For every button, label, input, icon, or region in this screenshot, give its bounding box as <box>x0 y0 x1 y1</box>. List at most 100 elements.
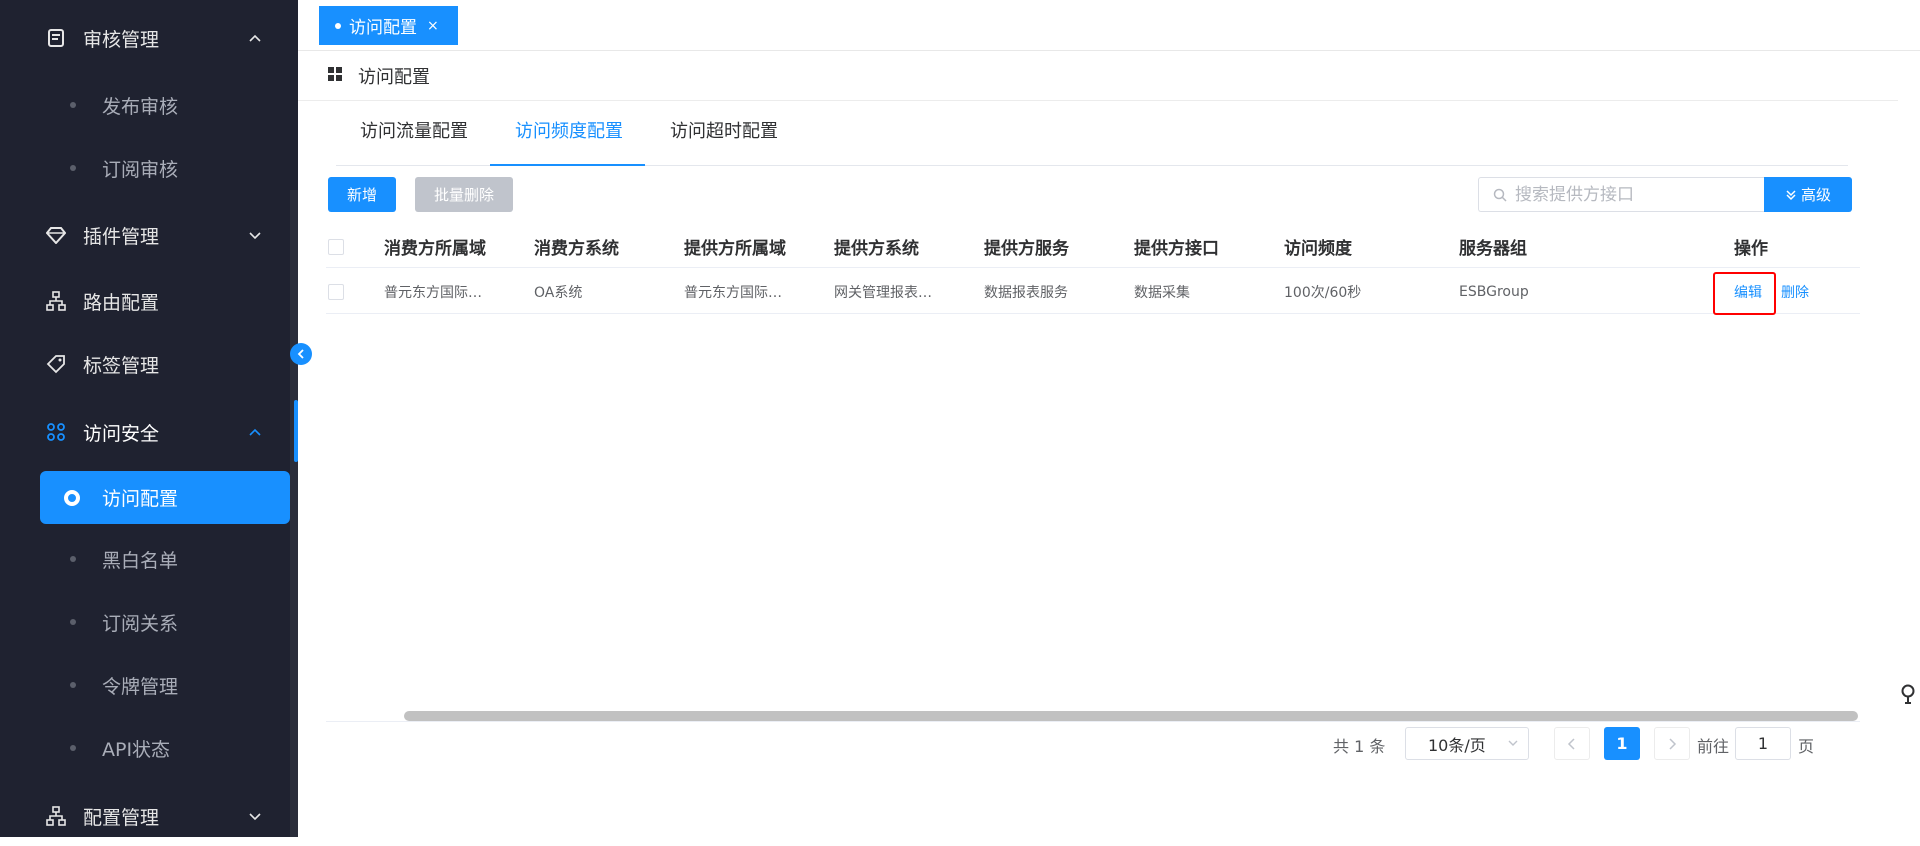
page-title: 访问配置 <box>358 67 430 88</box>
dot-icon <box>70 102 76 108</box>
sidebar-item-label: 审核管理 <box>83 28 160 51</box>
sidebar-item-plugin-management[interactable]: 插件管理 <box>0 205 298 265</box>
column-header[interactable]: 提供方系统 <box>834 225 919 268</box>
sidebar-item-publish-review[interactable]: 发布审核 <box>0 78 298 132</box>
column-header[interactable]: 消费方所属域 <box>384 225 486 268</box>
table-cell: OA系统 <box>534 284 583 301</box>
table-header: 消费方所属域 消费方系统 提供方所属域 提供方系统 提供方服务 提供方接口 访问… <box>326 225 1860 268</box>
sidebar-item-label: 访问配置 <box>102 488 179 510</box>
table-row[interactable]: 普元东方国际… OA系统 普元东方国际… 网关管理报表… 数据报表服务 数据采集… <box>326 269 1860 314</box>
sidebar-item-review-management[interactable]: 审核管理 <box>0 8 298 68</box>
advanced-search-button[interactable]: 高级 <box>1764 177 1852 212</box>
collapse-sidebar-button[interactable] <box>290 343 312 365</box>
column-header[interactable]: 提供方接口 <box>1134 225 1219 268</box>
pagination-total: 共 1 条 <box>1333 737 1386 756</box>
sidebar: 审核管理 发布审核 订阅审核 插件管理 路由配置 标签管理 访问安全 访问配置 … <box>0 0 298 837</box>
column-header[interactable]: 访问频度 <box>1284 225 1352 268</box>
chevron-down-icon <box>1508 740 1518 746</box>
sidebar-item-blackwhite-list[interactable]: 黑白名单 <box>0 532 298 586</box>
sidebar-item-api-status[interactable]: API状态 <box>0 721 298 775</box>
chevron-right-icon <box>1669 737 1677 750</box>
sidebar-item-label: 订阅关系 <box>102 612 179 635</box>
tab-traffic-config[interactable]: 访问流量配置 <box>360 117 468 165</box>
page-size-value: 10条/页 <box>1428 735 1486 755</box>
table-cell: ESBGroup <box>1459 283 1529 300</box>
tag-access-config[interactable]: 访问配置 × <box>319 6 458 45</box>
prev-page-button[interactable] <box>1554 727 1590 760</box>
apps-grid-icon <box>46 422 66 442</box>
row-checkbox[interactable] <box>328 283 344 300</box>
chevron-up-icon <box>249 34 261 42</box>
chevron-down-icon <box>249 232 261 240</box>
goto-page-input[interactable] <box>1735 727 1791 760</box>
sidebar-item-label: 标签管理 <box>83 354 160 377</box>
table-bottom-divider <box>326 721 1860 722</box>
sidebar-scrollbar-thumb[interactable] <box>294 400 298 462</box>
sidebar-item-subscription[interactable]: 订阅关系 <box>0 595 298 649</box>
tab-active-indicator <box>490 164 645 166</box>
sitemap-icon <box>46 291 66 311</box>
sidebar-item-label: 发布审核 <box>102 95 179 118</box>
sidebar-item-tag-management[interactable]: 标签管理 <box>0 334 298 394</box>
sitemap-icon <box>46 806 66 826</box>
table-cell: 数据报表服务 <box>984 284 1068 301</box>
select-all-checkbox[interactable] <box>328 238 344 255</box>
chevron-left-icon <box>1567 737 1575 750</box>
sidebar-scrollbar-track[interactable] <box>290 190 298 837</box>
search-input[interactable] <box>1515 182 1755 208</box>
page-number-button[interactable]: 1 <box>1604 727 1640 760</box>
page-size-select[interactable]: 10条/页 <box>1405 727 1529 760</box>
sidebar-item-label: 配置管理 <box>83 806 160 829</box>
sidebar-item-config-management[interactable]: 配置管理 <box>0 786 298 846</box>
clipboard-icon <box>46 28 66 48</box>
lightbulb-icon[interactable] <box>1900 684 1916 706</box>
chevron-up-icon <box>249 428 261 436</box>
diamond-icon <box>46 225 66 245</box>
sidebar-item-access-security[interactable]: 访问安全 <box>0 402 298 462</box>
sidebar-item-label: 黑白名单 <box>102 549 179 572</box>
delete-link[interactable]: 删除 <box>1781 282 1809 302</box>
chevron-down-icon <box>249 813 261 821</box>
table-cell: 普元东方国际… <box>684 284 782 301</box>
batch-delete-button[interactable]: 批量删除 <box>415 177 513 212</box>
grid-icon <box>328 67 342 81</box>
table-cell: 网关管理报表… <box>834 284 932 301</box>
horizontal-scrollbar[interactable] <box>404 711 1858 721</box>
dot-icon <box>70 619 76 625</box>
next-page-button[interactable] <box>1654 727 1690 760</box>
dot-icon <box>70 682 76 688</box>
chevron-left-icon <box>297 349 304 359</box>
search-icon <box>1493 188 1507 202</box>
tag-icon <box>46 354 66 374</box>
column-header[interactable]: 提供方所属域 <box>684 225 786 268</box>
dot-icon <box>335 22 341 29</box>
dot-icon <box>70 745 76 751</box>
column-header[interactable]: 提供方服务 <box>984 225 1069 268</box>
column-header[interactable]: 服务器组 <box>1459 225 1527 268</box>
table-cell: 普元东方国际… <box>384 284 482 301</box>
column-header[interactable]: 消费方系统 <box>534 225 619 268</box>
column-header: 操作 <box>1734 239 1768 259</box>
table-cell: 100次/60秒 <box>1284 284 1362 301</box>
tab-timeout-config[interactable]: 访问超时配置 <box>670 117 778 165</box>
sidebar-item-route-config[interactable]: 路由配置 <box>0 271 298 331</box>
tags-view-bar <box>298 0 1920 51</box>
goto-label: 前往 <box>1697 737 1730 756</box>
table-cell: 数据采集 <box>1134 284 1190 301</box>
sidebar-item-label: 订阅审核 <box>102 158 179 181</box>
close-icon[interactable]: × <box>427 18 439 34</box>
sidebar-item-token-management[interactable]: 令牌管理 <box>0 658 298 712</box>
add-button[interactable]: 新增 <box>328 177 396 212</box>
dot-icon <box>70 165 76 171</box>
sidebar-item-subscribe-review[interactable]: 订阅审核 <box>0 141 298 195</box>
tag-label: 访问配置 <box>349 18 417 38</box>
sidebar-item-access-config[interactable]: 访问配置 <box>40 471 290 524</box>
double-chevron-down-icon <box>1786 189 1796 200</box>
tab-frequency-config[interactable]: 访问频度配置 <box>515 117 623 165</box>
edit-highlight-box <box>1713 272 1776 315</box>
sidebar-item-label: 插件管理 <box>83 225 160 248</box>
sidebar-item-label: 路由配置 <box>83 291 160 314</box>
breadcrumb: 访问配置 <box>298 52 1898 101</box>
search-box <box>1478 177 1764 212</box>
dot-icon <box>70 556 76 562</box>
